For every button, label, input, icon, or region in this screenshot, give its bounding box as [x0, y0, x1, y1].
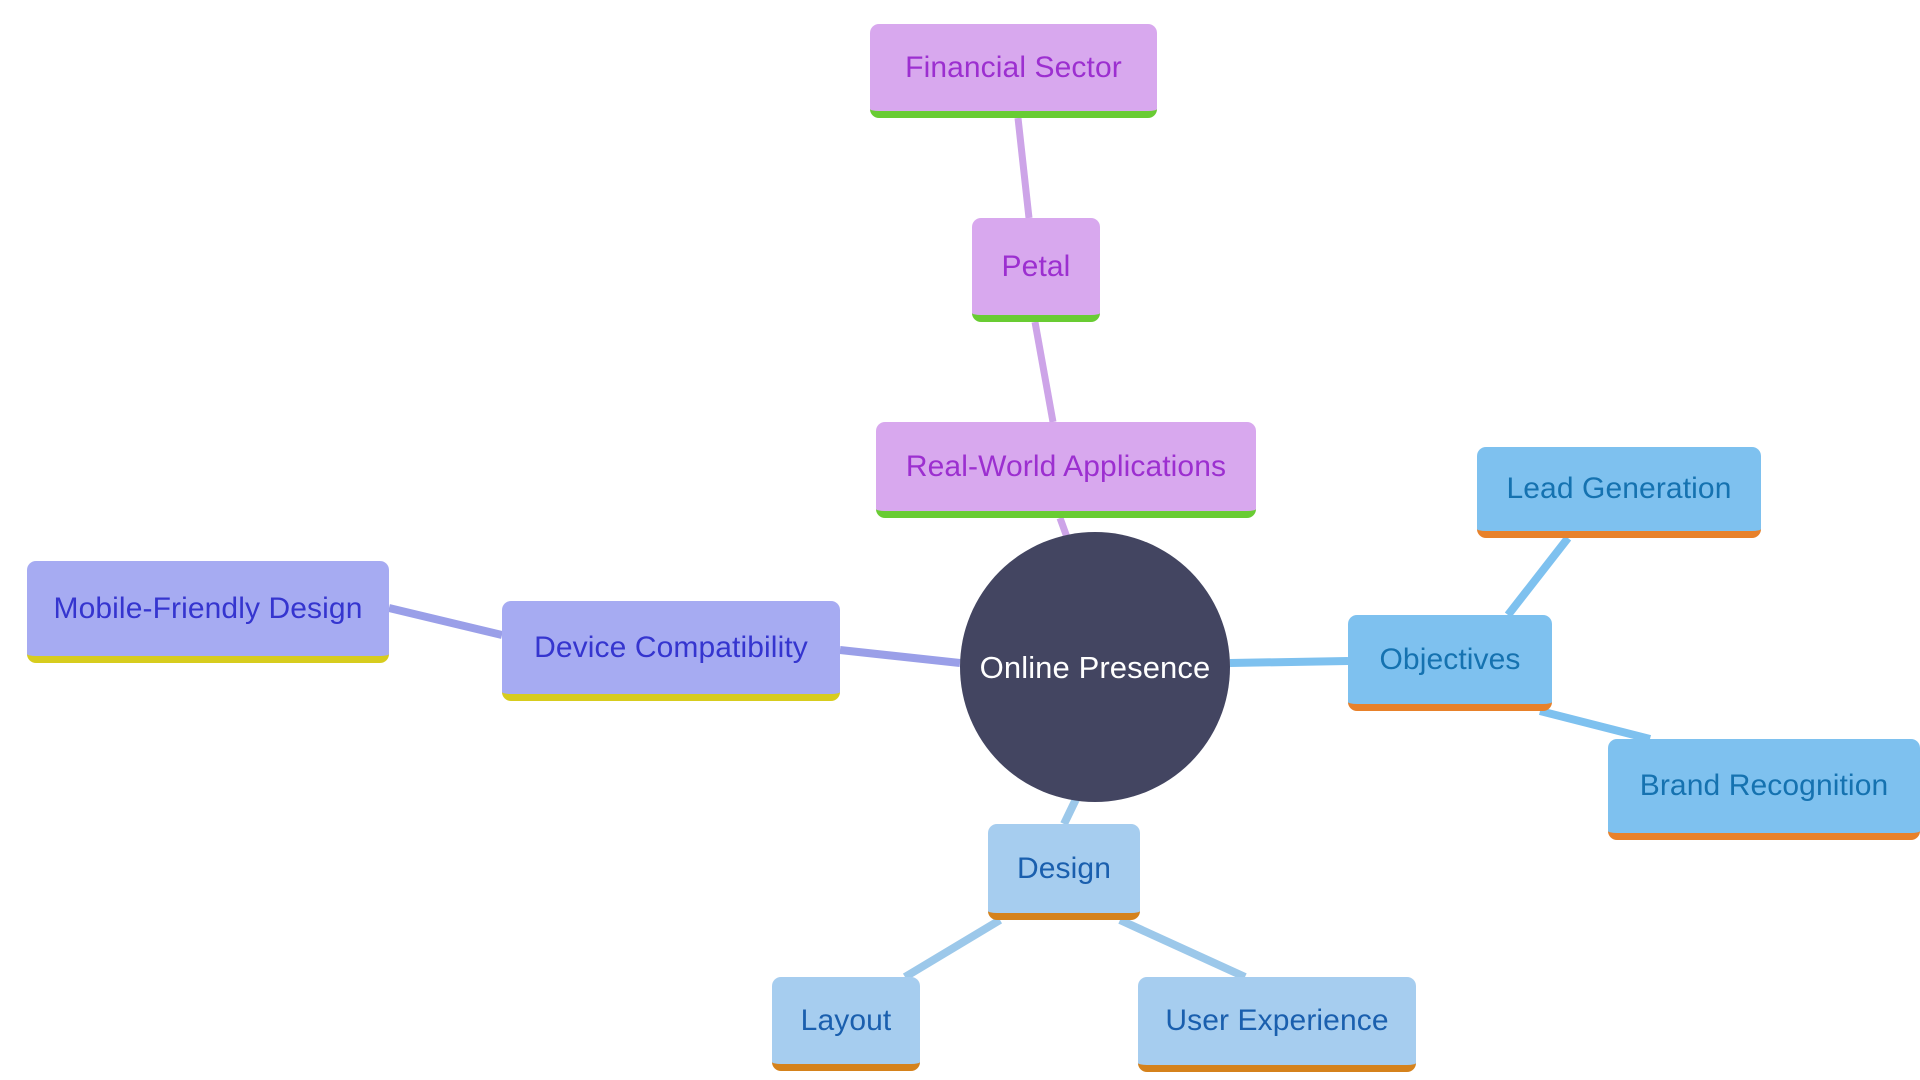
node-lead_generation[interactable]: Lead Generation — [1477, 447, 1761, 538]
edge-objectives-to-lead_generation — [1504, 535, 1572, 618]
node-design[interactable]: Design — [988, 824, 1140, 920]
node-label-root: Online Presence — [979, 649, 1211, 685]
node-user_experience[interactable]: User Experience — [1138, 977, 1416, 1072]
node-label-real_world_applications: Real-World Applications — [905, 449, 1227, 483]
node-label-design: Design — [1017, 851, 1111, 885]
node-objectives[interactable]: Objectives — [1348, 615, 1552, 711]
edge-root-to-device_compatibility — [839, 646, 961, 667]
node-label-petal: Petal — [1001, 249, 1071, 283]
node-label-objectives: Objectives — [1379, 642, 1521, 676]
node-label-mobile_friendly_design: Mobile-Friendly Design — [53, 591, 363, 625]
edge-real_world_applications-to-petal — [1031, 321, 1057, 423]
edge-design-to-user_experience — [1118, 916, 1247, 981]
node-petal[interactable]: Petal — [972, 218, 1100, 322]
node-label-layout: Layout — [800, 1003, 892, 1037]
node-financial_sector[interactable]: Financial Sector — [870, 24, 1157, 118]
node-layout[interactable]: Layout — [772, 977, 920, 1071]
edge-objectives-to-brand_recognition — [1539, 707, 1651, 743]
node-device_compatibility[interactable]: Device Compatibility — [502, 601, 840, 701]
node-label-user_experience: User Experience — [1165, 1004, 1389, 1037]
edge-root-to-objectives — [1229, 657, 1349, 667]
node-brand_recognition[interactable]: Brand Recognition — [1608, 739, 1920, 840]
edge-petal-to-financial_sector — [1014, 117, 1033, 219]
node-real_world_applications[interactable]: Real-World Applications — [876, 422, 1256, 518]
edge-layer — [388, 117, 1651, 981]
node-label-lead_generation: Lead Generation — [1506, 472, 1732, 505]
edge-design-to-layout — [902, 916, 1003, 981]
node-root[interactable]: Online Presence — [960, 532, 1230, 802]
node-mobile_friendly_design[interactable]: Mobile-Friendly Design — [27, 561, 389, 663]
mindmap-canvas: Online Presence Financial Sector Petal Real… — [0, 0, 1920, 1080]
node-label-brand_recognition: Brand Recognition — [1639, 769, 1889, 802]
node-label-device_compatibility: Device Compatibility — [534, 630, 808, 664]
edge-device_compatibility-to-mobile_friendly_design — [388, 604, 503, 639]
node-label-financial_sector: Financial Sector — [905, 50, 1122, 84]
